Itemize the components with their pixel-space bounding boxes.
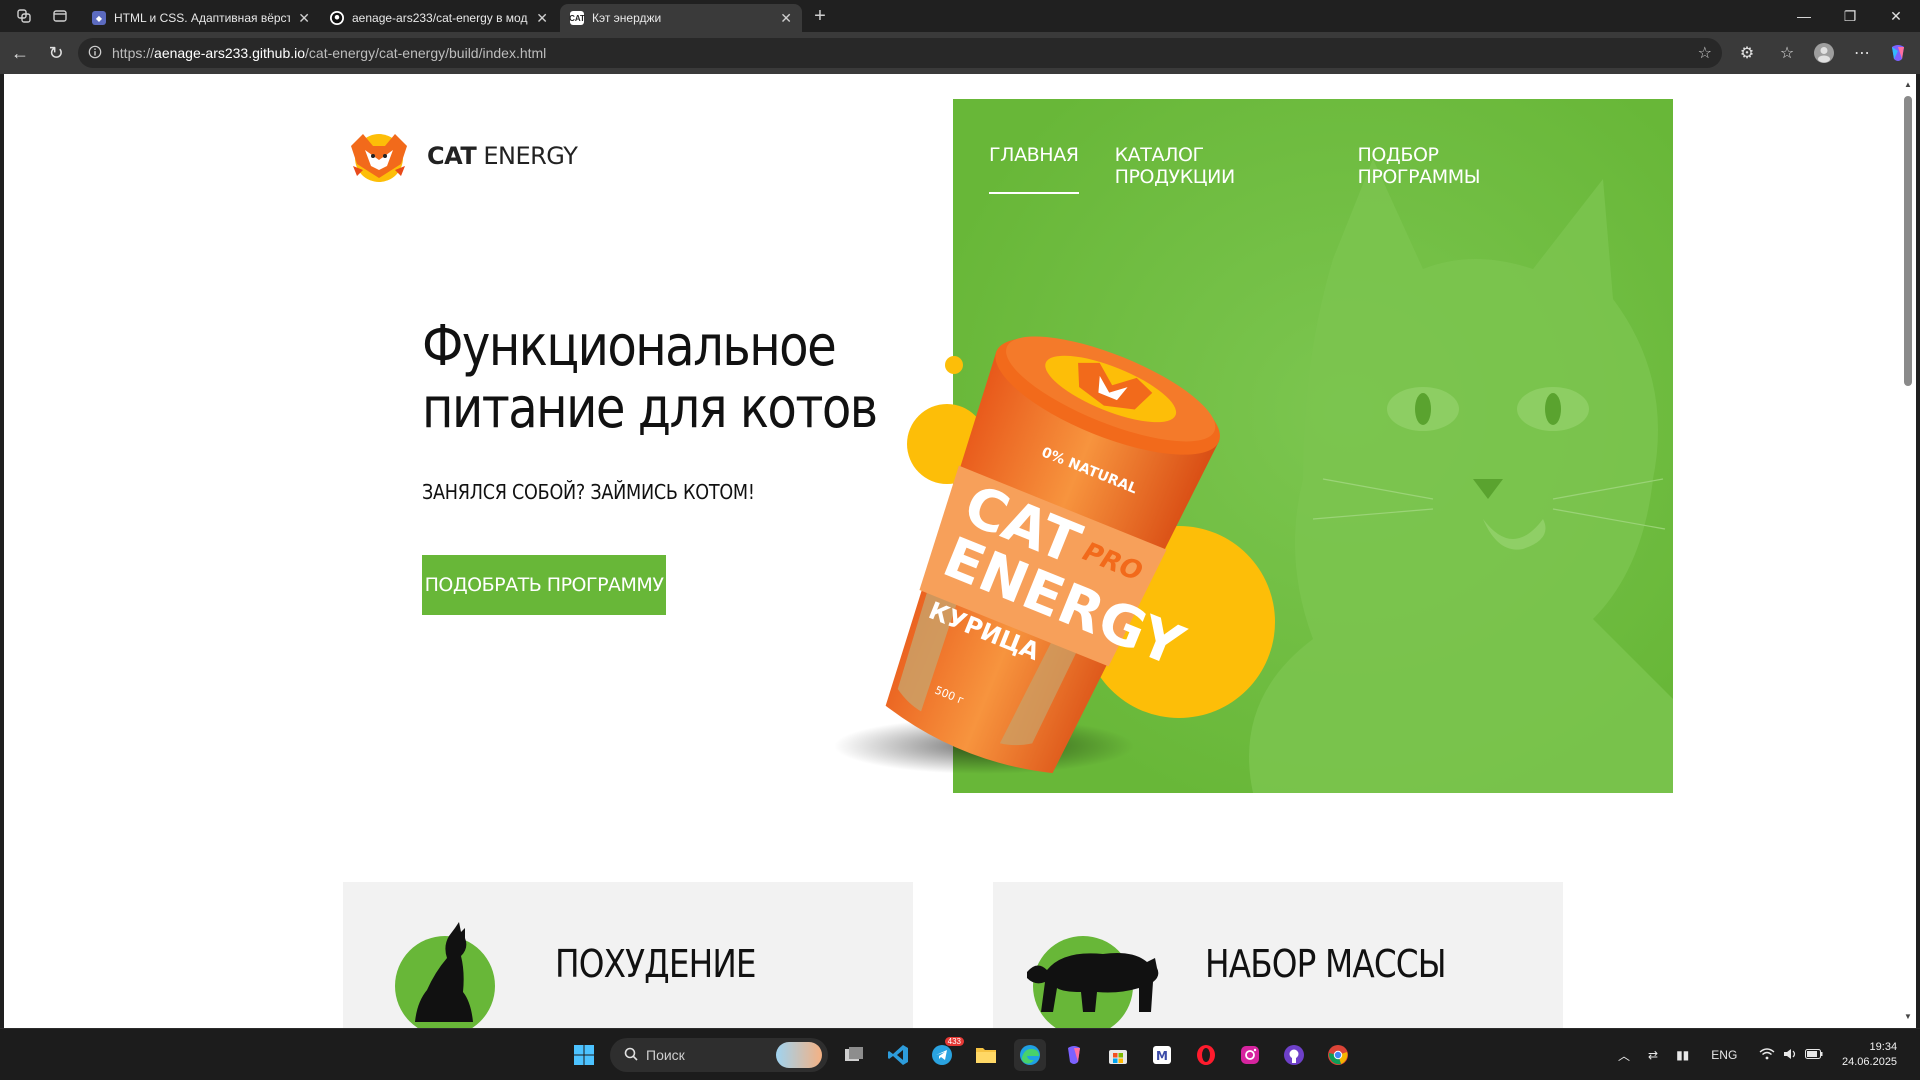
main-navigation: ГЛАВНАЯ КАТАЛОГ ПРОДУКЦИИ ПОДБОР ПРОГРАМ…	[953, 144, 1673, 194]
copilot-app-icon[interactable]	[1058, 1039, 1090, 1071]
select-program-button[interactable]: ПОДОБРАТЬ ПРОГРАММУ	[422, 555, 666, 615]
yellow-dot-small	[945, 356, 963, 374]
app-tray-icon[interactable]: ▮▮	[1676, 1048, 1689, 1062]
taskbar-clock[interactable]: 19:34 24.06.2025	[1842, 1040, 1897, 1070]
tab-title: Кэт энерджи	[592, 11, 662, 25]
new-tab-button[interactable]: +	[808, 4, 832, 28]
tab-github[interactable]: aenage-ars233/cat-energy в мод ✕	[320, 4, 558, 32]
nav-link-home[interactable]: ГЛАВНАЯ	[989, 144, 1079, 194]
mail-app-icon[interactable]: M	[1146, 1039, 1178, 1071]
sync-icon[interactable]: ⇄	[1648, 1048, 1658, 1062]
telegram-icon[interactable]: 433	[926, 1037, 964, 1071]
scroll-up-icon[interactable]: ▲	[1904, 80, 1912, 89]
tab-cat-energy[interactable]: CAT Кэт энерджи ✕	[560, 4, 802, 32]
product-image: 0% NATURAL CAT ENERGY PRO КУРИЦА 500 г	[774, 254, 1314, 814]
taskbar-search[interactable]: Поиск	[610, 1038, 828, 1072]
restore-icon[interactable]: ❐	[1830, 0, 1870, 32]
slim-cat-icon	[415, 922, 473, 1022]
favorite-star-icon[interactable]: ☆	[1698, 43, 1712, 63]
search-placeholder: Поиск	[646, 1047, 685, 1063]
instagram-icon[interactable]	[1234, 1039, 1266, 1071]
battery-icon[interactable]	[1805, 1048, 1823, 1062]
volume-icon[interactable]	[1783, 1048, 1797, 1063]
chevron-up-icon[interactable]: ︿	[1618, 1047, 1630, 1064]
vertical-tabs-icon[interactable]	[48, 4, 72, 28]
nav-link-catalog[interactable]: КАТАЛОГ ПРОДУКЦИИ	[1115, 144, 1322, 194]
logo-text-bold: CAT	[427, 142, 477, 170]
search-icon	[624, 1047, 638, 1064]
github-icon	[330, 11, 344, 25]
site-logo[interactable]: CAT ENERGY	[343, 126, 578, 186]
reload-icon[interactable]: ↻	[41, 38, 71, 68]
microsoft-store-icon[interactable]	[1102, 1039, 1134, 1071]
browser-toolbar: ← ↻ https://aenage-ars233.github.io/cat-…	[0, 32, 1920, 74]
search-highlight-icon	[776, 1042, 822, 1068]
address-bar[interactable]: https://aenage-ars233.github.io/cat-ener…	[78, 38, 1722, 68]
logo-text-regular: ENERGY	[483, 142, 578, 170]
workspaces-icon[interactable]	[12, 4, 36, 28]
card-title: НАБОР МАССЫ	[1205, 942, 1447, 986]
telegram-badge: 433	[944, 1037, 964, 1046]
nav-link-program[interactable]: ПОДБОР ПРОГРАММЫ	[1357, 144, 1559, 194]
page-scrollbar[interactable]: ▲ ▼	[1900, 74, 1916, 1028]
program-card-mass-gain[interactable]: НАБОР МАССЫ	[993, 882, 1563, 1028]
hero-subtitle: ЗАНЯЛСЯ СОБОЙ? ЗАЙМИСЬ КОТОМ!	[422, 480, 755, 504]
page-viewport: CAT ENERGY ГЛАВНАЯ КАТАЛОГ ПРОДУКЦИИ ПОД…	[4, 74, 1900, 1028]
card-title: ПОХУДЕНИЕ	[555, 942, 757, 986]
scroll-down-icon[interactable]: ▼	[1904, 1012, 1912, 1021]
url-path: /cat-energy/cat-energy/build/index.html	[305, 45, 547, 61]
windows-start-icon[interactable]	[568, 1039, 600, 1071]
chrome-icon[interactable]	[1322, 1039, 1354, 1071]
wifi-icon[interactable]	[1759, 1047, 1775, 1063]
system-tray: ︿ ⇄ ▮▮ ENG	[1618, 1029, 1823, 1080]
opera-icon[interactable]	[1190, 1039, 1222, 1071]
program-card-weight-loss[interactable]: ПОХУДЕНИЕ	[343, 882, 913, 1028]
language-indicator[interactable]: ENG	[1711, 1048, 1737, 1062]
github-desktop-icon[interactable]	[1278, 1039, 1310, 1071]
close-icon[interactable]: ✕	[536, 10, 548, 27]
url-prefix: https://	[112, 45, 155, 61]
browser-tab-bar: ◆ HTML и CSS. Адаптивная вёрстка ✕ aenag…	[0, 0, 1920, 32]
close-icon[interactable]: ✕	[780, 10, 792, 27]
minimize-icon[interactable]: —	[1784, 0, 1824, 32]
tab-title: HTML и CSS. Адаптивная вёрстка	[114, 11, 291, 25]
windows-taskbar: Поиск 433 M ︿ ⇄ ▮▮ ENG 19:34 24.06.2025	[0, 1028, 1920, 1080]
task-view-icon[interactable]	[838, 1039, 870, 1071]
tab-title: aenage-ars233/cat-energy в мод	[352, 11, 528, 25]
cat-logo-icon	[343, 126, 415, 186]
shield-icon: ◆	[92, 11, 106, 25]
close-icon[interactable]: ✕	[298, 10, 310, 27]
logo-text: CAT ENERGY	[427, 142, 578, 170]
extensions-icon[interactable]: ⚙	[1733, 39, 1761, 67]
copilot-icon[interactable]	[1884, 39, 1912, 67]
profile-avatar[interactable]	[1810, 39, 1838, 67]
svg-text:M: M	[1156, 1049, 1168, 1063]
favorites-icon[interactable]: ☆	[1773, 39, 1801, 67]
clock-time: 19:34	[1869, 1041, 1898, 1053]
vscode-icon[interactable]	[882, 1039, 914, 1071]
tab-htmlacademy[interactable]: ◆ HTML и CSS. Адаптивная вёрстка ✕	[82, 4, 320, 32]
cat-favicon-icon: CAT	[569, 11, 585, 25]
big-cat-icon	[1027, 953, 1159, 1012]
close-window-icon[interactable]: ✕	[1876, 0, 1916, 32]
back-icon[interactable]: ←	[5, 38, 35, 68]
clock-date: 24.06.2025	[1842, 1056, 1898, 1068]
more-menu-icon[interactable]: ⋯	[1848, 39, 1876, 67]
edge-icon[interactable]	[1014, 1039, 1046, 1071]
scroll-thumb[interactable]	[1904, 96, 1912, 386]
file-explorer-icon[interactable]	[970, 1039, 1002, 1071]
site-info-icon[interactable]	[88, 45, 102, 62]
url-host: aenage-ars233.github.io	[154, 45, 306, 61]
